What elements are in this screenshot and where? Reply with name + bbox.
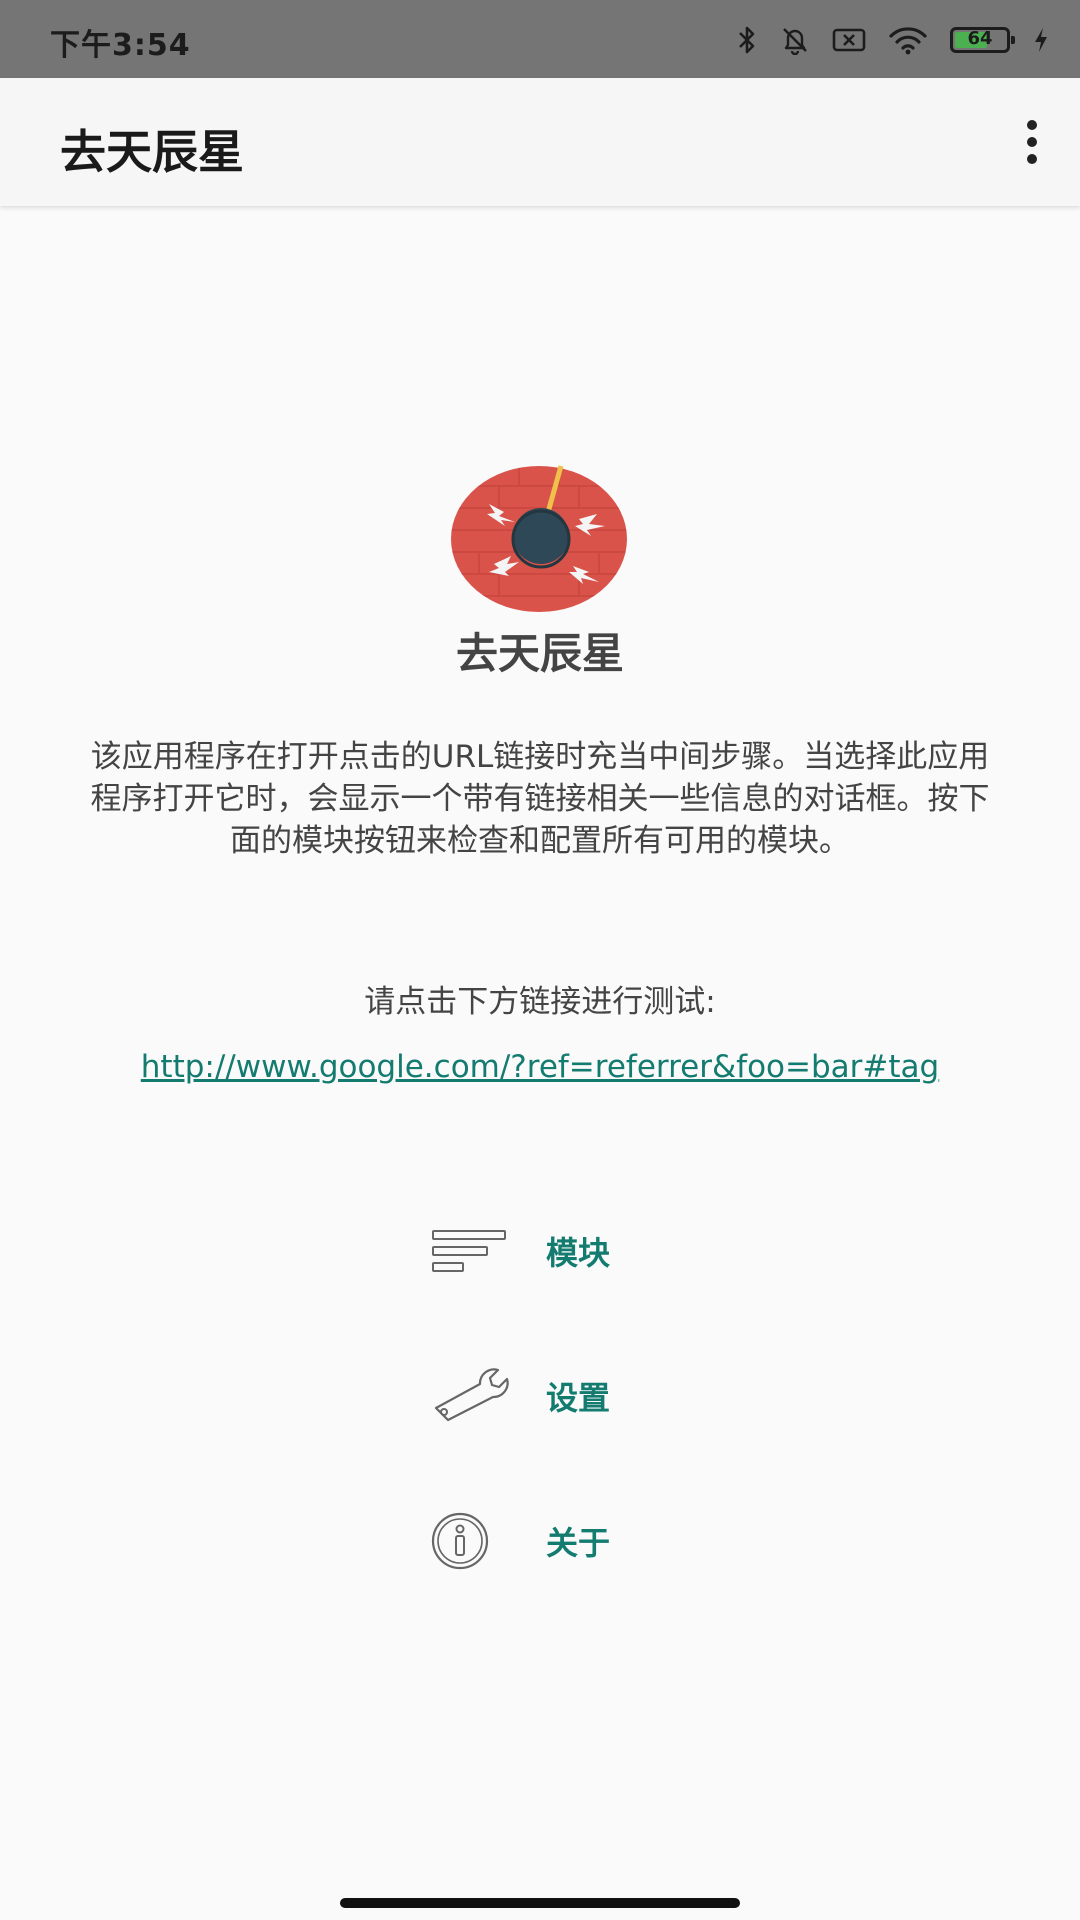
app-logo-icon [449,464,629,614]
app-name: 去天辰星 [455,629,624,678]
about-label: 关于 [546,1524,611,1562]
no-sim-icon [832,27,866,53]
about-button[interactable]: 关于 [430,1496,690,1586]
app-description: 该应用程序在打开点击的URL链接时充当中间步骤。当选择此应用程序打开它时，会显示… [90,739,990,859]
test-link[interactable]: http://www.google.com/?ref=referrer&foo=… [90,1046,990,1088]
modules-label: 模块 [546,1234,611,1272]
charging-icon [1032,26,1050,54]
more-vert-icon-dot [1027,120,1037,130]
bell-muted-icon [780,25,810,55]
info-icon [430,1506,530,1576]
more-vert-icon-dot [1027,137,1037,147]
status-icons: 64 [736,22,1050,58]
modules-button[interactable]: 模块 [430,1206,690,1296]
more-vert-icon-dot [1027,154,1037,164]
overflow-menu-button[interactable] [1004,114,1060,170]
home-indicator[interactable] [340,1898,740,1908]
list-icon [430,1216,530,1286]
app-bar-title: 去天辰星 [60,125,244,179]
app-bar: 去天辰星 [0,78,1080,206]
wrench-icon [430,1361,530,1431]
settings-button[interactable]: 设置 [430,1351,690,1441]
bluetooth-icon [736,25,758,55]
battery-tip [1011,36,1015,44]
test-prompt: 请点击下方链接进行测试: [364,984,716,1020]
settings-label: 设置 [546,1379,611,1417]
wifi-icon [888,25,928,55]
status-bar: 下午3:54 64 [0,0,1080,78]
status-time: 下午3:54 [50,28,191,63]
battery-icon: 64 [950,27,1015,53]
battery-level: 64 [967,28,993,49]
